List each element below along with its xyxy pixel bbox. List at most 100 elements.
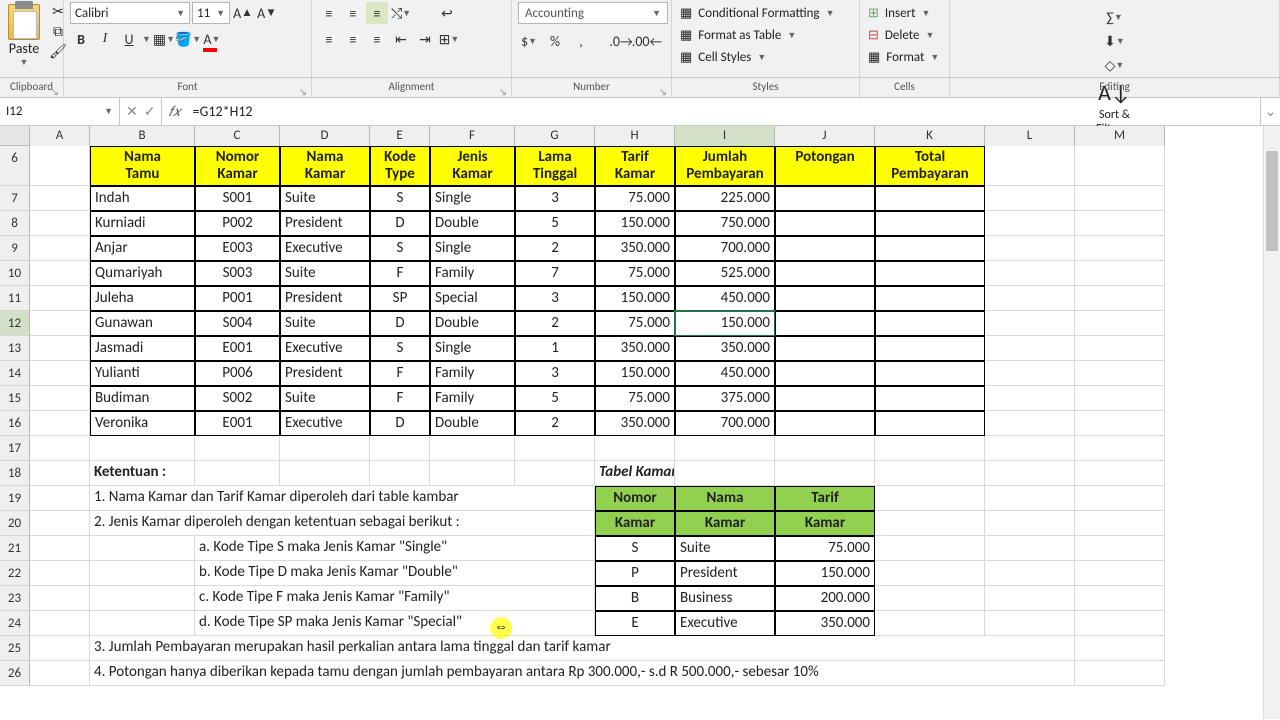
cell[interactable] (430, 461, 515, 486)
cell-A7[interactable] (30, 186, 90, 211)
align-center-icon[interactable]: ≡ (342, 28, 364, 50)
cell[interactable] (30, 636, 90, 661)
cell-F11[interactable]: Special (430, 286, 515, 311)
cell-K15[interactable] (875, 386, 985, 411)
cell-K13[interactable] (875, 336, 985, 361)
cell-A8[interactable] (30, 211, 90, 236)
accounting-format-icon[interactable]: $▼ (518, 30, 540, 52)
col-header-H[interactable]: H (595, 126, 675, 146)
cell-B11[interactable]: Juleha (90, 286, 195, 311)
cell-B9[interactable]: Anjar (90, 236, 195, 261)
cell-G15[interactable]: 5 (515, 386, 595, 411)
ketentuan-title[interactable]: Ketentuan : (90, 461, 195, 486)
decrease-decimal-icon[interactable]: .00← (636, 30, 658, 52)
cell-E14[interactable]: F (370, 361, 430, 386)
col-header-L[interactable]: L (985, 126, 1075, 146)
cell[interactable] (875, 461, 985, 486)
cell-I11[interactable]: 450.000 (675, 286, 775, 311)
cell-E8[interactable]: D (370, 211, 430, 236)
cell[interactable] (985, 611, 1075, 636)
header-D[interactable]: NamaKamar (280, 146, 370, 186)
cell-J7[interactable] (775, 186, 875, 211)
cell-C13[interactable]: E001 (195, 336, 280, 361)
ketentuan-sub[interactable]: b. Kode Tipe D maka Jenis Kamar "Double" (195, 561, 595, 586)
cell-D8[interactable]: President (280, 211, 370, 236)
cell[interactable] (30, 611, 90, 636)
cell[interactable] (875, 611, 985, 636)
tabel-kamar-J22[interactable]: 150.000 (775, 561, 875, 586)
formula-input[interactable]: =G12*H12 (187, 98, 1260, 125)
cell-H13[interactable]: 350.000 (595, 336, 675, 361)
launcher-icon[interactable]: ↘ (297, 84, 309, 96)
enter-icon[interactable]: ✓ (144, 103, 156, 120)
col-header-F[interactable]: F (430, 126, 515, 146)
cell-E13[interactable]: S (370, 336, 430, 361)
cell-F14[interactable]: Family (430, 361, 515, 386)
tabel-kamar-title[interactable]: Tabel Kamar (595, 461, 675, 486)
cell-L7[interactable] (985, 186, 1075, 211)
underline-button[interactable]: U (118, 28, 140, 50)
cell-H16[interactable]: 350.000 (595, 411, 675, 436)
cell-F17[interactable] (430, 436, 515, 461)
tabel-kamar-J21[interactable]: 75.000 (775, 536, 875, 561)
cell-J9[interactable] (775, 236, 875, 261)
autosum-icon[interactable]: ∑▼ (1104, 6, 1126, 28)
cell-D14[interactable]: President (280, 361, 370, 386)
cell-L17[interactable] (985, 436, 1075, 461)
cell-D16[interactable]: Executive (280, 411, 370, 436)
cell-B12[interactable]: Gunawan (90, 311, 195, 336)
cell-H7[interactable]: 75.000 (595, 186, 675, 211)
bold-button[interactable]: B (70, 28, 92, 50)
launcher-icon[interactable]: ↘ (497, 84, 509, 96)
cell-F7[interactable]: Single (430, 186, 515, 211)
cell-H17[interactable] (595, 436, 675, 461)
cell-E11[interactable]: SP (370, 286, 430, 311)
cell-J8[interactable] (775, 211, 875, 236)
header-C[interactable]: NomorKamar (195, 146, 280, 186)
row-header-16[interactable]: 16 (0, 411, 30, 436)
ketentuan-sub[interactable]: c. Kode Tipe F maka Jenis Kamar "Family" (195, 586, 595, 611)
cell-A15[interactable] (30, 386, 90, 411)
align-middle-icon[interactable]: ≡ (342, 2, 364, 24)
cell[interactable] (280, 461, 370, 486)
cell[interactable] (1075, 611, 1165, 636)
cell-L16[interactable] (985, 411, 1075, 436)
cell-C17[interactable] (195, 436, 280, 461)
cell-H12[interactable]: 75.000 (595, 311, 675, 336)
cell-A9[interactable] (30, 236, 90, 261)
header-I[interactable]: JumlahPembayaran (675, 146, 775, 186)
cell[interactable] (370, 461, 430, 486)
cell-M12[interactable] (1075, 311, 1165, 336)
col-header-E[interactable]: E (370, 126, 430, 146)
cell-A17[interactable] (30, 436, 90, 461)
cell[interactable] (30, 461, 90, 486)
row-header-26[interactable]: 26 (0, 661, 30, 686)
row-header-17[interactable]: 17 (0, 436, 30, 461)
launcher-icon[interactable]: ↘ (657, 84, 669, 96)
cell-K14[interactable] (875, 361, 985, 386)
cell-D13[interactable]: Executive (280, 336, 370, 361)
cell-A10[interactable] (30, 261, 90, 286)
cell[interactable] (985, 511, 1075, 536)
align-right-icon[interactable]: ≡ (366, 28, 388, 50)
cell-M9[interactable] (1075, 236, 1165, 261)
chevron-down-icon[interactable]: ▼ (142, 34, 151, 45)
cell-H11[interactable]: 150.000 (595, 286, 675, 311)
cell-M8[interactable] (1075, 211, 1165, 236)
cell-I15[interactable]: 375.000 (675, 386, 775, 411)
cell-I12[interactable]: 150.000 (675, 311, 775, 336)
increase-font-icon[interactable]: A▲ (232, 2, 254, 24)
cell-F13[interactable]: Single (430, 336, 515, 361)
increase-indent-icon[interactable]: ⇥ (414, 28, 436, 50)
col-header-I[interactable]: I (675, 126, 775, 146)
cell-A14[interactable] (30, 361, 90, 386)
cell[interactable] (1075, 661, 1165, 686)
cell-E7[interactable]: S (370, 186, 430, 211)
header-H[interactable]: TarifKamar (595, 146, 675, 186)
cell-M6[interactable] (1075, 146, 1165, 186)
ketentuan-line[interactable]: 1. Nama Kamar dan Tarif Kamar diperoleh … (90, 486, 595, 511)
tabel-kamar-J23[interactable]: 200.000 (775, 586, 875, 611)
cell-C10[interactable]: S003 (195, 261, 280, 286)
conditional-formatting-button[interactable]: ▦Conditional Formatting▼ (678, 2, 853, 24)
row-header-8[interactable]: 8 (0, 211, 30, 236)
